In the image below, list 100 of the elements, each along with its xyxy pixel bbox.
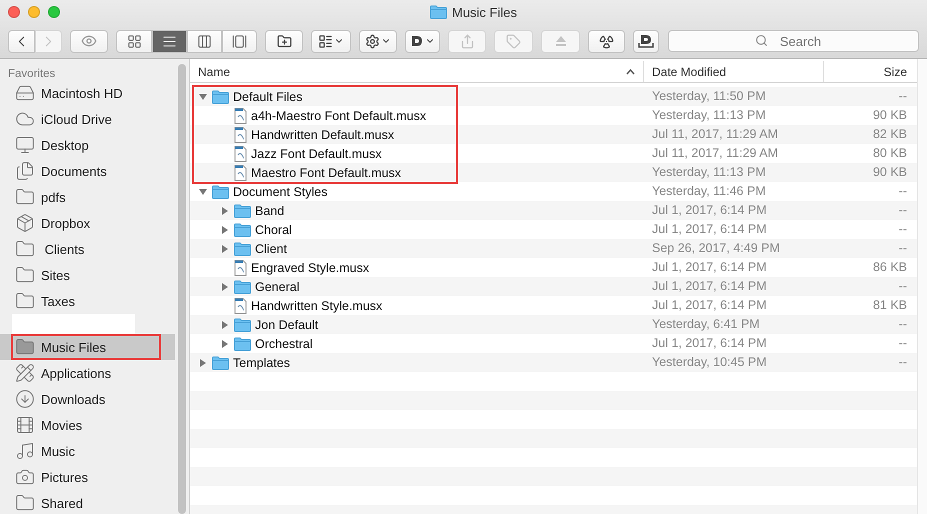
sidebar-label: Sites	[41, 268, 70, 282]
sidebar-label: Music	[41, 444, 75, 458]
disclosure-triangle[interactable]	[198, 358, 208, 368]
sidebar-item[interactable]: Dropbox	[0, 210, 175, 236]
folder-icon	[15, 265, 35, 285]
search-field[interactable]: Search	[668, 30, 919, 52]
sidebar-item[interactable]: Music Files	[0, 334, 175, 360]
scrollbar-thumb[interactable]	[178, 64, 186, 514]
zoom-button[interactable]	[48, 6, 60, 18]
close-button[interactable]	[8, 6, 20, 18]
folder-icon	[234, 280, 251, 294]
file-row[interactable]: Client Sep 26, 2017, 4:49 PM --	[190, 239, 917, 258]
date-modified: Jul 1, 2017, 6:14 PM	[651, 278, 768, 295]
search-icon	[755, 34, 768, 47]
date-modified: Yesterday, 11:13 PM	[651, 164, 767, 181]
sidebar-item[interactable]: Movies	[0, 412, 175, 438]
hard-drive-icon	[15, 83, 35, 103]
sidebar-item[interactable]: Taxes	[0, 288, 175, 314]
disclosure-triangle[interactable]	[220, 282, 230, 292]
file-row[interactable]: Jon Default Yesterday, 6:41 PM --	[190, 315, 917, 334]
column-header[interactable]: Name	[190, 61, 643, 82]
sidebar-item[interactable]: Pictures	[0, 464, 175, 490]
file-size: 81 KB	[872, 297, 908, 314]
disclosure-triangle[interactable]	[198, 186, 208, 196]
sidebar-item[interactable]: Downloads	[0, 386, 175, 412]
file-size: --	[898, 335, 908, 352]
file-name: Default Files	[233, 90, 302, 104]
date-modified: Jul 1, 2017, 6:14 PM	[651, 221, 768, 238]
file-size: --	[898, 183, 908, 200]
folder-icon	[15, 291, 35, 311]
sidebar-label: Clients	[44, 242, 84, 256]
view-mode-button[interactable]	[152, 30, 187, 52]
toolbar-button[interactable]	[405, 30, 440, 52]
column-header[interactable]: Date Modified	[643, 61, 823, 82]
back-button[interactable]	[8, 30, 35, 52]
folder-icon	[212, 90, 229, 104]
file-name: Jon Default	[255, 318, 318, 332]
monitor-icon	[15, 135, 35, 155]
sidebar-label: Applications	[41, 366, 112, 380]
sidebar-item[interactable]: pdfs	[0, 184, 175, 210]
view-mode-button[interactable]	[222, 30, 257, 52]
sidebar-label: Movies	[41, 418, 82, 432]
file-name: General	[255, 280, 300, 294]
sidebar-item[interactable]: Shared	[0, 490, 175, 514]
box-icon	[15, 213, 35, 233]
file-row[interactable]: General Jul 1, 2017, 6:14 PM --	[190, 277, 917, 296]
toolbar-button[interactable]	[588, 30, 625, 52]
grid-icon	[318, 34, 333, 48]
file-size: --	[898, 88, 908, 105]
file-size: --	[898, 316, 908, 333]
disclosure-triangle[interactable]	[220, 244, 230, 254]
file-name: Templates	[233, 356, 290, 370]
toolbar-button[interactable]	[633, 30, 659, 52]
disclosure-triangle[interactable]	[220, 320, 230, 330]
sidebar-label: Macintosh HD	[41, 86, 123, 100]
file-row[interactable]: Orchestral Jul 1, 2017, 6:14 PM --	[190, 334, 917, 353]
gear-icon	[365, 34, 380, 48]
file-name: Client	[255, 242, 287, 256]
file-name: Handwritten Default.musx	[251, 128, 394, 142]
file-row[interactable]: Choral Jul 1, 2017, 6:14 PM --	[190, 220, 917, 239]
view-mode-button[interactable]	[187, 30, 222, 52]
sidebar-item[interactable]: Music	[0, 438, 175, 464]
sidebar-label: Music Files	[41, 340, 106, 354]
date-modified: Jul 11, 2017, 11:29 AM	[651, 126, 780, 143]
file-row[interactable]: Templates Yesterday, 10:45 PM --	[190, 353, 917, 372]
file-name: Maestro Font Default.musx	[251, 166, 402, 180]
toolbar-button[interactable]	[359, 30, 397, 52]
sidebar-label: iCloud Drive	[41, 112, 112, 126]
toolbar-button[interactable]	[311, 30, 351, 52]
sidebar-item[interactable]: Applications	[0, 360, 175, 386]
sidebar-item[interactable]: Clients	[0, 236, 175, 262]
disclosure-triangle[interactable]	[198, 92, 208, 102]
file-row[interactable]: Band Jul 1, 2017, 6:14 PM --	[190, 201, 917, 220]
sidebar-label: Shared	[41, 496, 83, 510]
view-icon	[197, 34, 212, 48]
sidebar-item[interactable]: Macintosh HD	[0, 80, 175, 106]
sidebar-item[interactable]: Sites	[0, 262, 175, 288]
quick-look-button[interactable]	[70, 30, 108, 52]
toolbar-button[interactable]	[265, 30, 303, 52]
file-size: 90 KB	[872, 107, 908, 124]
folder-icon	[234, 222, 251, 236]
sidebar-label: Desktop	[41, 138, 89, 152]
view-mode-button[interactable]	[116, 30, 152, 52]
sidebar-label: Downloads	[41, 392, 106, 406]
sidebar-item[interactable]: iCloud Drive	[0, 106, 175, 132]
camera-icon	[15, 467, 35, 487]
file-row[interactable]: Engraved Style.musx Jul 1, 2017, 6:14 PM 86 KB	[190, 258, 917, 277]
file-row[interactable]: Handwritten Style.musx Jul 1, 2017, 6:14 PM 81 KB	[190, 296, 917, 315]
file-row[interactable]: Document Styles Yesterday, 11:46 PM --	[190, 182, 917, 201]
disclosure-triangle[interactable]	[220, 224, 230, 234]
date-modified: Jul 1, 2017, 6:14 PM	[651, 202, 768, 219]
file-size: --	[898, 240, 908, 257]
disclosure-triangle[interactable]	[220, 206, 230, 216]
folder-icon	[15, 239, 35, 259]
document-icon	[234, 146, 247, 162]
sidebar-item[interactable]: Documents	[0, 158, 175, 184]
disclosure-triangle[interactable]	[220, 338, 230, 348]
radiation-icon	[599, 34, 614, 48]
folder-icon	[15, 187, 35, 207]
sidebar-item[interactable]: Desktop	[0, 132, 175, 158]
